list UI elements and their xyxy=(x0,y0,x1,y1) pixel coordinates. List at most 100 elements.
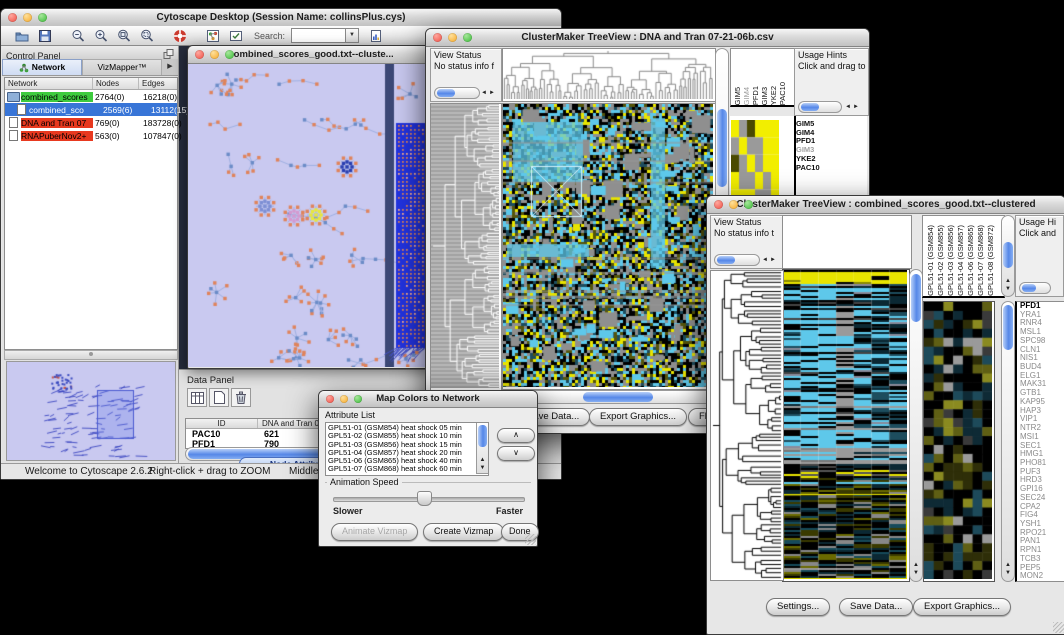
zoom-button[interactable] xyxy=(354,395,362,403)
network-canvas[interactable] xyxy=(188,64,432,367)
tv2-status-hscrollbar[interactable] xyxy=(714,254,760,266)
close-button[interactable] xyxy=(195,50,204,59)
matrix-column-label[interactable]: GIM3 xyxy=(760,87,769,105)
save-icon[interactable] xyxy=(34,27,55,45)
matrix-column-label[interactable]: YKE2 xyxy=(769,86,778,105)
minimize-button[interactable] xyxy=(340,395,348,403)
matrix-row-label[interactable]: PAC10 xyxy=(796,164,820,173)
matrix-column-label[interactable]: GPL51-03 (GSM856) xyxy=(946,225,956,296)
scrollbar-thumb[interactable] xyxy=(717,109,727,187)
scrollbar-thumb[interactable] xyxy=(717,256,735,264)
search-input[interactable]: ▼ xyxy=(291,28,359,43)
minimize-button[interactable] xyxy=(210,50,219,59)
scroll-right-arrow[interactable]: ► xyxy=(489,90,495,96)
animate-vizmap-button[interactable]: Animate Vizmap xyxy=(331,523,418,541)
close-button[interactable] xyxy=(326,395,334,403)
scroll-up-arrow[interactable]: ▲ xyxy=(480,457,486,463)
close-button[interactable] xyxy=(8,13,17,22)
matrix-column-label[interactable]: GPL51-01 (GSM854) xyxy=(926,225,936,296)
scrollbar-thumb[interactable] xyxy=(1022,284,1036,292)
scroll-right-arrow[interactable]: ► xyxy=(853,104,859,110)
tv2-settings-button[interactable]: Settings... xyxy=(766,598,830,616)
matrix-column-label[interactable]: PFD1 xyxy=(751,86,760,105)
network-overview-canvas[interactable] xyxy=(6,361,176,461)
resize-grip[interactable] xyxy=(1053,622,1064,633)
attribute-list-item[interactable]: GPL51-07 (GSM868) heat shock 60 min xyxy=(326,465,476,473)
tv2-global-heatmap-canvas[interactable] xyxy=(783,270,907,579)
scroll-left-arrow[interactable]: ◄ xyxy=(481,90,487,96)
column-nodes[interactable]: Nodes xyxy=(93,78,139,89)
dialog-title-bar[interactable]: Map Colors to Network xyxy=(319,391,537,408)
create-vizmap-button[interactable]: Create Vizmap xyxy=(423,523,504,541)
matrix-column-label[interactable]: GIM4 xyxy=(742,87,751,105)
annotation-icon[interactable] xyxy=(225,27,246,45)
tab-network[interactable]: Network xyxy=(2,59,82,75)
network-row[interactable]: DNA and Tran 07769(0)183728(0) xyxy=(5,116,177,129)
column-id[interactable]: ID xyxy=(186,419,258,428)
scrollbar-thumb[interactable] xyxy=(1003,305,1013,350)
tv2-zoom-heatmap-canvas[interactable] xyxy=(924,302,992,579)
minimize-button[interactable] xyxy=(23,13,32,22)
tv2-labels-vscrollbar[interactable]: ▲ ▼ xyxy=(1001,215,1015,297)
report-icon[interactable] xyxy=(365,27,386,45)
treeview1-title-bar[interactable]: ClusterMaker TreeView : DNA and Tran 07-… xyxy=(426,29,869,47)
new-attribute-icon[interactable] xyxy=(209,388,229,407)
matrix-column-label[interactable]: GPL51-06 (GSM865) xyxy=(966,225,976,296)
scroll-down-arrow[interactable]: ▼ xyxy=(1005,286,1011,292)
tv2-save-data-button[interactable]: Save Data... xyxy=(839,598,913,616)
zoom-button[interactable] xyxy=(38,13,47,22)
tv1-export-graphics-button[interactable]: Export Graphics... xyxy=(589,408,687,426)
scroll-right-arrow[interactable]: ► xyxy=(770,257,776,263)
matrix-column-label[interactable]: PAC10 xyxy=(778,82,787,105)
treeview2-title-bar[interactable]: ClusterMaker TreeView : combined_scores_… xyxy=(707,196,1064,214)
scroll-up-arrow[interactable]: ▲ xyxy=(913,562,919,568)
zoom-fit-icon[interactable] xyxy=(113,27,134,45)
open-file-icon[interactable] xyxy=(11,27,32,45)
tv2-zoom-vscrollbar[interactable]: ▲ ▼ xyxy=(1001,301,1015,582)
scroll-down-arrow[interactable]: ▼ xyxy=(1005,570,1011,576)
zoom-button[interactable] xyxy=(463,33,472,42)
main-title-bar[interactable]: Cytoscape Desktop (Session Name: collins… xyxy=(1,9,561,27)
close-button[interactable] xyxy=(433,33,442,42)
column-network[interactable]: Network xyxy=(5,78,93,89)
zoom-out-icon[interactable] xyxy=(67,27,88,45)
scroll-left-arrow[interactable]: ◄ xyxy=(762,257,768,263)
tv2-hints-hscrollbar[interactable] xyxy=(1019,282,1051,294)
tv1-column-dendrogram-canvas[interactable] xyxy=(503,49,713,99)
scroll-down-arrow[interactable]: ▼ xyxy=(913,570,919,576)
zoom-button[interactable] xyxy=(744,200,753,209)
panel-divider[interactable] xyxy=(4,350,178,360)
delete-attribute-trash-icon[interactable] xyxy=(231,388,251,407)
vizmapper-icon[interactable] xyxy=(202,27,223,45)
network-row[interactable]: RNAPuberNov2+563(0)107847(0) xyxy=(5,129,177,142)
scrollbar-thumb[interactable] xyxy=(583,392,653,402)
matrix-column-label[interactable]: GPL51-02 (GSM855) xyxy=(936,225,946,296)
search-field-value[interactable] xyxy=(292,29,345,42)
scroll-up-arrow[interactable]: ▲ xyxy=(1005,562,1011,568)
network-window-title-bar[interactable]: combined_scores_good.txt--cluste... xyxy=(188,46,434,64)
scrollbar-thumb[interactable] xyxy=(478,425,487,447)
select-attributes-icon[interactable] xyxy=(187,388,207,407)
listbox-vscrollbar[interactable]: ▲ ▼ xyxy=(476,423,488,474)
matrix-column-label[interactable]: GPL51-04 (GSM857) xyxy=(956,225,966,296)
scrollbar-thumb[interactable] xyxy=(1003,242,1013,268)
zoom-button[interactable] xyxy=(225,50,234,59)
attribute-listbox[interactable]: GPL51-01 (GSM854) heat shock 05 minGPL51… xyxy=(325,422,489,476)
help-lifesaver-icon[interactable] xyxy=(169,27,190,45)
tv2-global-vscrollbar[interactable]: ▲ ▼ xyxy=(909,269,923,582)
tab-overflow-arrow[interactable]: ▶ xyxy=(162,59,178,75)
speed-slider-thumb[interactable] xyxy=(417,491,432,506)
network-row[interactable]: combined_scores2764(0)16218(0) xyxy=(5,90,177,103)
scrollbar-thumb[interactable] xyxy=(437,89,455,97)
scroll-down-arrow[interactable]: ▼ xyxy=(480,465,486,471)
matrix-column-label[interactable]: GPL51-07 (GSM868) xyxy=(976,225,986,296)
tv2-export-graphics-button[interactable]: Export Graphics... xyxy=(913,598,1011,616)
zoom-in-icon[interactable] xyxy=(90,27,111,45)
scroll-up-arrow[interactable]: ▲ xyxy=(1005,278,1011,284)
close-button[interactable] xyxy=(714,200,723,209)
column-edges[interactable]: Edges xyxy=(139,78,175,89)
tv2-row-dendrogram-canvas[interactable] xyxy=(710,270,784,581)
minimize-button[interactable] xyxy=(448,33,457,42)
move-up-button[interactable]: ∧ xyxy=(497,428,535,443)
scroll-left-arrow[interactable]: ◄ xyxy=(845,104,851,110)
